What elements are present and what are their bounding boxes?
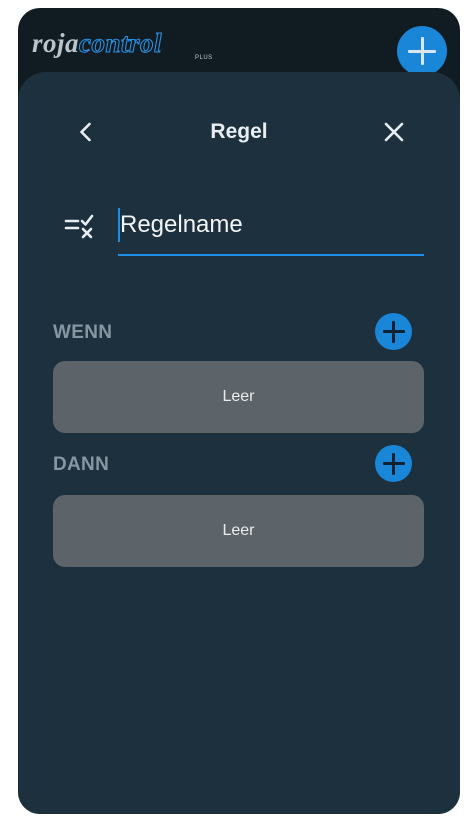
then-actions-empty-box[interactable]: Leer bbox=[53, 495, 424, 567]
rule-name-value: Regelname bbox=[120, 211, 243, 238]
then-section-label: DANN bbox=[53, 454, 110, 475]
app-screen: rojacontrol PLUS Regel Regelname WENN Le… bbox=[18, 8, 460, 814]
logo-text: rojacontrol bbox=[32, 27, 232, 58]
add-rule-button[interactable] bbox=[397, 26, 447, 76]
rule-editor-sheet: Regel Regelname WENN Leer DANN Leer bbox=[18, 72, 460, 814]
close-button[interactable] bbox=[382, 120, 406, 144]
app-bar: rojacontrol PLUS bbox=[18, 8, 460, 78]
rule-name-row: Regelname bbox=[18, 202, 460, 262]
checklist-icon bbox=[64, 212, 102, 242]
logo-text-roja: roja bbox=[32, 28, 80, 58]
add-condition-button[interactable] bbox=[375, 313, 412, 350]
if-section-label: WENN bbox=[53, 322, 113, 343]
add-action-button[interactable] bbox=[375, 445, 412, 482]
logo-plus-label: PLUS bbox=[195, 55, 213, 61]
close-icon bbox=[384, 122, 404, 142]
rule-name-input[interactable]: Regelname bbox=[118, 202, 424, 256]
rojacontrol-logo: rojacontrol PLUS bbox=[32, 27, 232, 68]
logo-text-control: control bbox=[78, 27, 163, 58]
sheet-header: Regel bbox=[18, 112, 460, 152]
if-conditions-empty-box[interactable]: Leer bbox=[53, 361, 424, 433]
